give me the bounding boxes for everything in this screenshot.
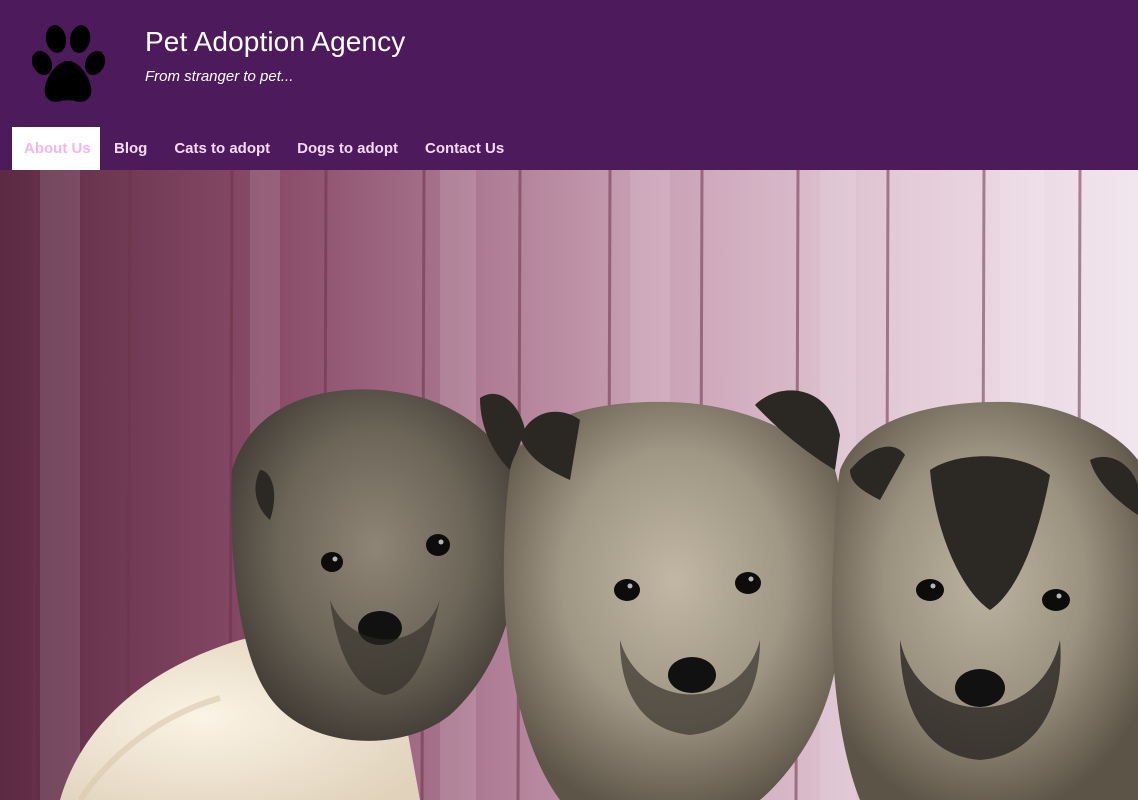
site-tagline: From stranger to pet... — [145, 68, 294, 85]
paw-icon[interactable] — [24, 21, 112, 105]
main-nav: About Us Blog Cats to adopt Dogs to adop… — [12, 127, 517, 170]
site-header: Pet Adoption Agency From stranger to pet… — [0, 0, 1138, 170]
hero-illustration — [0, 170, 1138, 800]
nav-item-dogs-to-adopt[interactable]: Dogs to adopt — [283, 127, 411, 170]
nav-item-blog[interactable]: Blog — [100, 127, 160, 170]
site-title: Pet Adoption Agency — [145, 26, 406, 57]
page: Pet Adoption Agency From stranger to pet… — [0, 0, 1138, 800]
hero-image — [0, 170, 1138, 800]
nav-item-about-us[interactable]: About Us — [12, 127, 100, 170]
nav-item-contact-us[interactable]: Contact Us — [411, 127, 517, 170]
nav-item-cats-to-adopt[interactable]: Cats to adopt — [160, 127, 283, 170]
